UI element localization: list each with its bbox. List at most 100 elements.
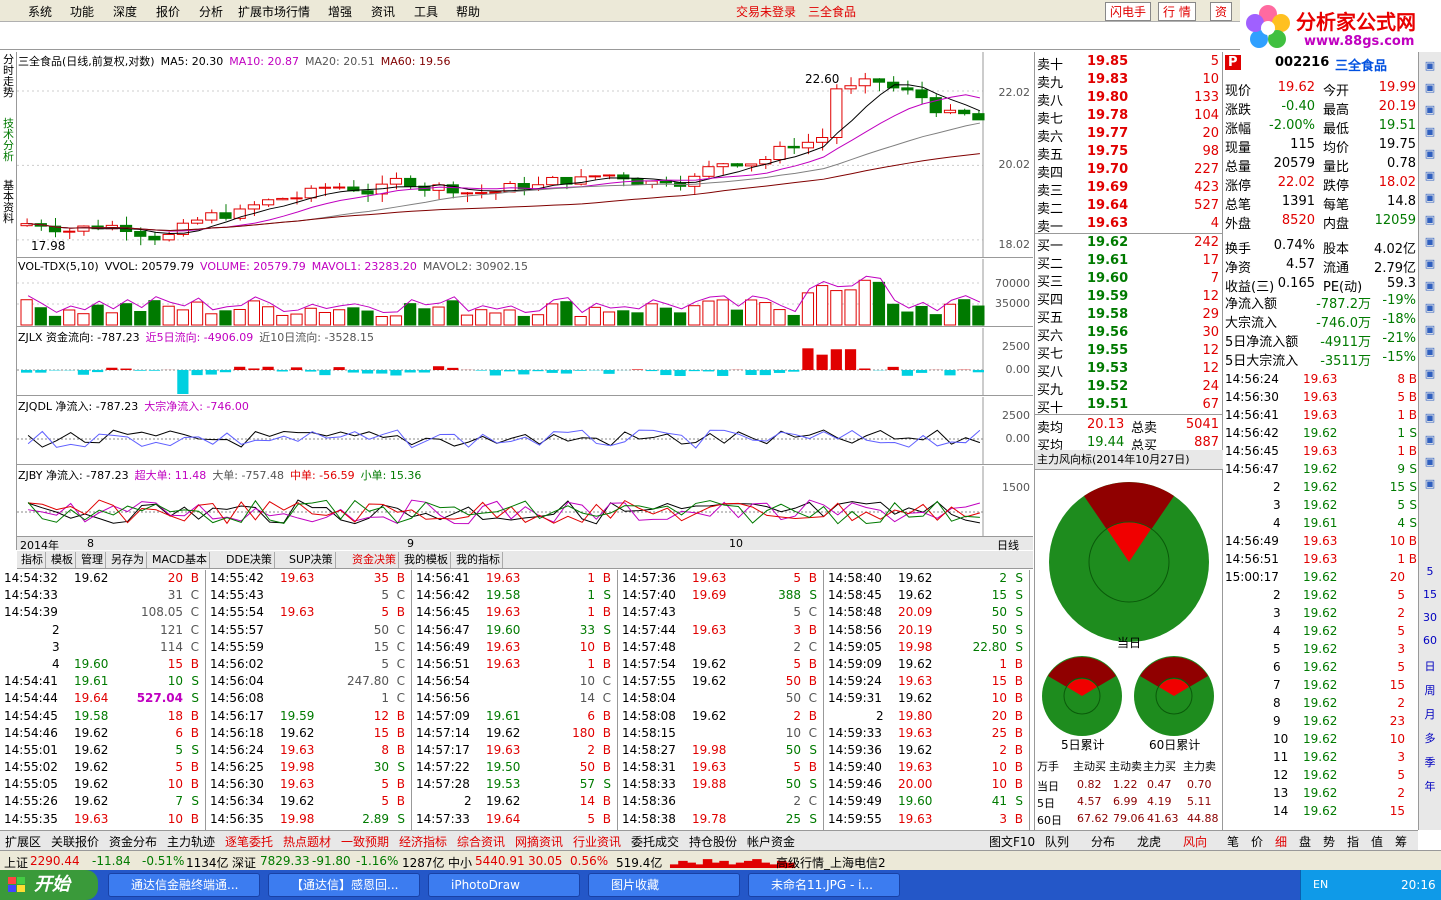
period-button[interactable]: 5 [1421,562,1439,582]
indicator-tab[interactable]: 模板 [49,552,76,568]
lang-indicator[interactable]: EN [1313,878,1328,891]
tool-icon[interactable]: ▣ [1421,408,1439,428]
period-button[interactable]: 多 [1421,729,1439,749]
panel-tab[interactable]: 队列 [1042,833,1072,850]
bottom-tab[interactable]: 行业资讯 [570,833,624,850]
zjqdl-panel[interactable]: ZJQDL 净流入: -787.23 大宗净流入: -746.00 2500 0.… [17,397,1033,465]
panel-tab[interactable]: 盘 [1296,833,1314,850]
orderbook-row[interactable]: 卖二 19.64 527 [1035,197,1223,217]
orderbook-row[interactable]: 买十 19.51 67 [1035,396,1223,416]
taskbar-item[interactable]: 图片收藏 [588,873,740,897]
panel-tab[interactable]: 风向 [1180,833,1210,850]
menu-item[interactable]: 增强 [328,3,352,20]
orderbook-row[interactable]: 买四 19.59 12 [1035,288,1223,308]
indicator-tab[interactable]: 指标 [19,552,46,568]
menu-item[interactable]: 资讯 [371,3,395,20]
panel-tab[interactable]: 指 [1344,833,1362,850]
bottom-tab[interactable]: 关联报价 [48,833,102,850]
orderbook-row[interactable]: 卖五 19.75 98 [1035,143,1223,163]
indicator-tab[interactable]: 资金决策 [350,552,399,568]
tool-icon[interactable]: ▣ [1421,386,1439,406]
tool-icon[interactable]: ▣ [1421,210,1439,230]
tool-icon[interactable]: ▣ [1421,78,1439,98]
bottom-tab[interactable]: 网摘资讯 [512,833,566,850]
orderbook-row[interactable]: 卖四 19.70 227 [1035,161,1223,181]
taskbar-item[interactable]: 未命名11.JPG - i... [748,873,900,897]
bottom-tab[interactable]: 综合资讯 [454,833,508,850]
tool-icon[interactable]: ▣ [1421,122,1439,142]
panel-tab[interactable]: 龙虎 [1134,833,1164,850]
period-button[interactable]: 15 [1421,585,1439,605]
orderbook-row[interactable]: 买一 19.62 242 [1035,234,1223,254]
tool-icon[interactable]: ▣ [1421,100,1439,120]
tool-icon[interactable]: ▣ [1421,474,1439,494]
tool-icon[interactable]: ▣ [1421,254,1439,274]
orderbook-row[interactable]: 卖七 19.78 104 [1035,107,1223,127]
orderbook-row[interactable]: 买七 19.55 12 [1035,342,1223,362]
tool-icon[interactable]: ▣ [1421,364,1439,384]
bottom-tab[interactable]: 经济指标 [396,833,450,850]
panel-tab[interactable]: 势 [1320,833,1338,850]
indicator-tab[interactable]: MACD基本 [150,552,210,568]
menu-item[interactable]: 分析 [199,3,223,20]
panel-tab[interactable]: 值 [1368,833,1386,850]
indicator-tab[interactable]: DDE决策 [224,552,275,568]
indicator-tab[interactable]: 另存为 [109,552,147,568]
panel-tab[interactable]: 细 [1272,833,1290,850]
tool-icon[interactable]: ▣ [1421,188,1439,208]
menu-item[interactable]: 工具 [414,3,438,20]
top-button[interactable]: 资 [1210,2,1233,21]
orderbook-row[interactable]: 卖九 19.83 10 [1035,71,1223,91]
kline-panel[interactable]: 三全食品(日线,前复权,对数) MA5: 20.30 MA10: 20.87 MA20… [17,52,1033,258]
bottom-tab[interactable]: 委托成交 [628,833,682,850]
tool-icon[interactable]: ▣ [1421,276,1439,296]
bottom-tab[interactable]: 帐户资金 [744,833,798,850]
orderbook-row[interactable]: 卖十 19.85 5 [1035,53,1223,73]
tool-icon[interactable]: ▣ [1421,298,1439,318]
orderbook-row[interactable]: 买六 19.56 30 [1035,324,1223,344]
tool-icon[interactable]: ▣ [1421,452,1439,472]
orderbook-row[interactable]: 买九 19.52 24 [1035,378,1223,398]
bottom-tab[interactable]: 热点题材 [280,833,334,850]
top-button[interactable]: 闪电手 [1105,2,1152,21]
orderbook-row[interactable]: 买八 19.53 12 [1035,360,1223,380]
orderbook-row[interactable]: 买五 19.58 29 [1035,306,1223,326]
tool-icon[interactable]: ▣ [1421,320,1439,340]
period-button[interactable]: 日 [1421,657,1439,677]
bottom-tab[interactable]: 一致预期 [338,833,392,850]
vertical-tab[interactable]: 基本资料 [1,180,16,224]
bottom-tab[interactable]: 扩展区 [2,833,44,850]
indicator-tab[interactable]: 管理 [79,552,106,568]
orderbook-row[interactable]: 卖六 19.77 20 [1035,125,1223,145]
menu-item[interactable]: 帮助 [456,3,480,20]
vertical-tab[interactable]: 分时走势 [1,54,16,98]
menu-item[interactable]: 功能 [70,3,94,20]
menu-item[interactable]: 深度 [113,3,137,20]
orderbook-row[interactable]: 卖三 19.69 423 [1035,179,1223,199]
tool-icon[interactable]: ▣ [1421,56,1439,76]
period-button[interactable]: 周 [1421,681,1439,701]
orderbook-row[interactable]: 卖一 19.63 4 [1035,215,1223,235]
taskbar-item[interactable]: iPhotoDraw [428,873,580,897]
orderbook-row[interactable]: 买三 19.60 7 [1035,270,1223,290]
menu-item[interactable]: 系统 [28,3,52,20]
indicator-tab[interactable]: SUP决策 [287,552,336,568]
zjlx-panel[interactable]: ZJLX 资金流向: -787.23 近5日流向: -4906.09 近10日流向:… [17,328,1033,396]
zjby-panel[interactable]: ZJBY 净流入: -787.23 超大单: 11.48 大单: -757.48 中单… [17,466,1033,536]
tool-icon[interactable]: ▣ [1421,430,1439,450]
tool-icon[interactable]: ▣ [1421,144,1439,164]
indicator-tab[interactable]: 我的指标 [454,552,503,568]
period-button[interactable]: 30 [1421,608,1439,628]
period-button[interactable]: 季 [1421,753,1439,773]
volume-panel[interactable]: VOL-TDX(5,10) VVOL: 20579.79 VOLUME: 20579… [17,259,1033,327]
tool-icon[interactable]: ▣ [1421,166,1439,186]
panel-tab[interactable]: 分布 [1088,833,1118,850]
taskbar-item[interactable]: 【通达信】感恩回... [268,873,420,897]
panel-tab[interactable]: 价 [1248,833,1266,850]
menu-item[interactable]: 报价 [156,3,180,20]
vertical-tab[interactable]: 技术分析 [1,118,16,162]
period-button[interactable]: 年 [1421,777,1439,797]
period-button[interactable]: 60 [1421,631,1439,651]
period-button[interactable]: 月 [1421,705,1439,725]
taskbar-item[interactable]: 通达信金融终端通... [108,873,260,897]
